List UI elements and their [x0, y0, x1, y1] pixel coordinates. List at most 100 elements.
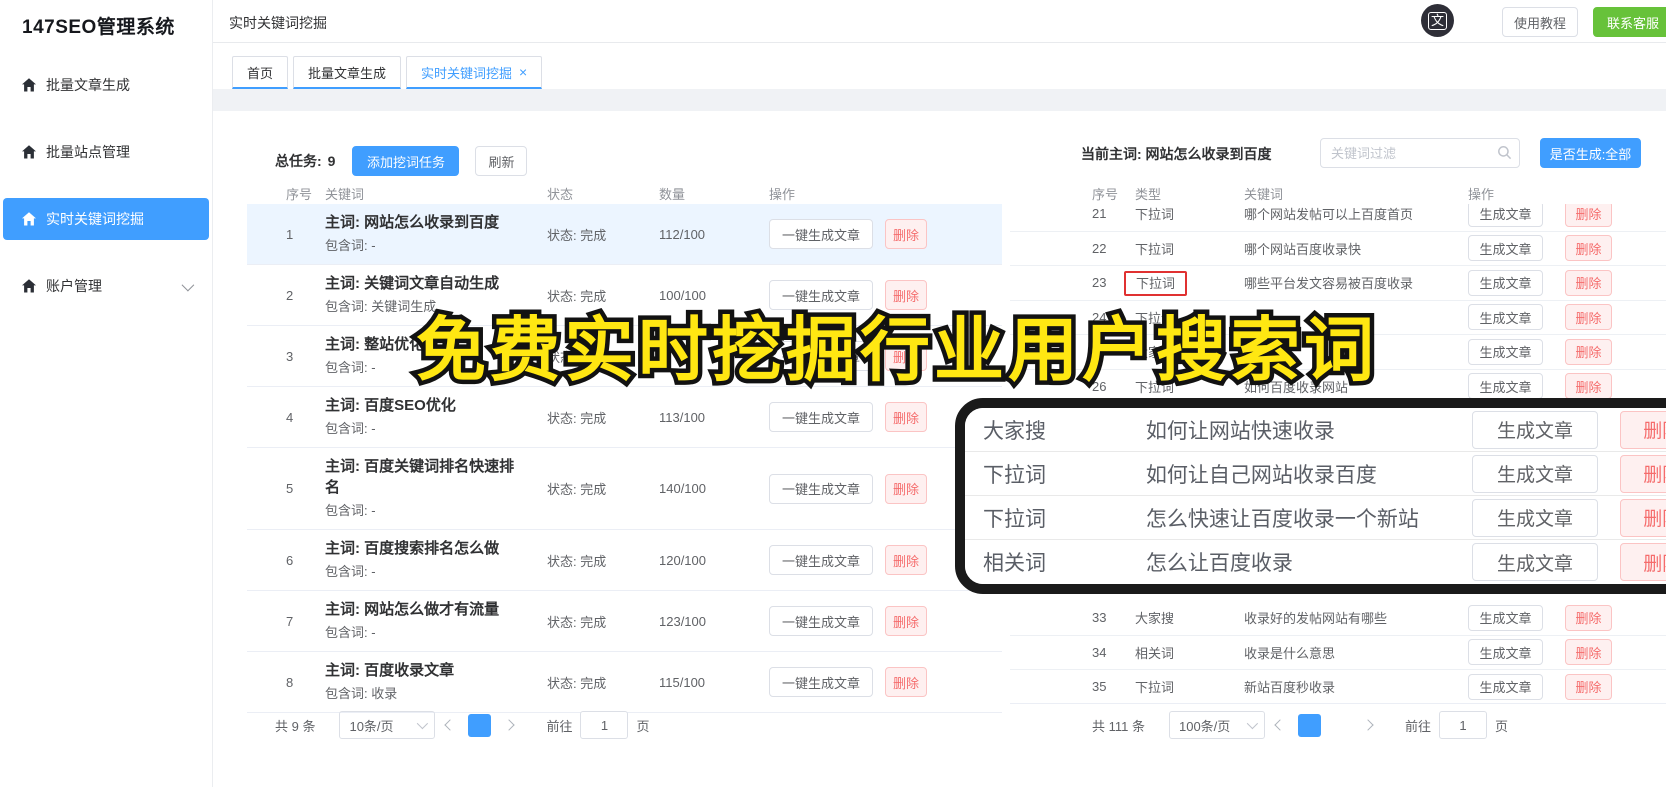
generate-article-button[interactable]: 生成文章 — [1468, 604, 1543, 631]
prev-page-button[interactable] — [1268, 713, 1292, 737]
keyword-text: 如何让自己网站收录百度 — [1145, 463, 1377, 487]
generate-article-button[interactable]: 生成文章 — [1472, 498, 1598, 537]
tab[interactable]: 批量文章生成 — [293, 56, 402, 89]
delete-button[interactable]: 删除 — [885, 545, 927, 575]
column-header-ops: 操作 — [769, 186, 796, 202]
delete-button[interactable]: 删除 — [885, 473, 927, 504]
task-row[interactable]: 4 主词: 百度SEO优化 包含词: - 状态: 完成 113/100 一键生成… — [247, 387, 1002, 448]
task-row[interactable]: 8 主词: 百度收录文章 包含词: 收录 状态: 完成 115/100 一键生成… — [247, 652, 1002, 713]
goto-page-input[interactable] — [1439, 711, 1487, 739]
generate-article-button[interactable]: 一键生成文章 — [769, 606, 873, 636]
generate-article-button[interactable]: 生成文章 — [1468, 338, 1543, 365]
generate-article-button[interactable]: 生成文章 — [1472, 454, 1598, 493]
delete-button[interactable]: 删除 — [1565, 604, 1612, 631]
task-count: 112/100 — [659, 226, 706, 242]
page-number-button[interactable] — [468, 713, 492, 737]
prev-page-button[interactable] — [438, 713, 462, 737]
task-main-word: 主词: 百度关键词排名快速排名 — [325, 458, 515, 496]
keyword-filter-input[interactable] — [1320, 138, 1520, 168]
task-status: 状态: 完成 — [547, 553, 607, 569]
sidebar-item[interactable]: 实时关键词挖掘 — [3, 198, 209, 240]
generate-article-button[interactable]: 一键生成文章 — [769, 402, 873, 432]
delete-button[interactable]: 删除 — [1565, 235, 1612, 262]
generate-article-button[interactable]: 生成文章 — [1468, 373, 1543, 400]
keyword-text: 怎么让百度收录 — [1145, 552, 1293, 575]
task-row[interactable]: 5 主词: 百度关键词排名快速排名 包含词: - 状态: 完成 140/100 … — [247, 448, 1002, 530]
delete-button[interactable]: 删除 — [1619, 498, 1666, 537]
goto-label: 前往 — [546, 718, 573, 734]
generate-article-button[interactable]: 生成文章 — [1468, 269, 1543, 296]
row-index: 35 — [1092, 679, 1107, 695]
task-keyword-cell: 主词: 百度SEO优化 包含词: - — [325, 395, 547, 439]
delete-button[interactable]: 删除 — [885, 402, 927, 432]
generate-article-button[interactable]: 生成文章 — [1468, 673, 1543, 700]
delete-button[interactable]: 删除 — [1619, 410, 1666, 449]
contact-button[interactable]: 联系客服 — [1593, 7, 1666, 37]
delete-button[interactable]: 删除 — [1565, 304, 1612, 331]
task-row[interactable]: 1 主词: 网站怎么收录到百度 包含词: - 状态: 完成 112/100 一键… — [247, 204, 1002, 265]
page-size-value: 100条/页 — [1178, 718, 1231, 734]
generate-article-button[interactable]: 一键生成文章 — [769, 545, 873, 575]
task-row[interactable]: 6 主词: 百度搜索排名怎么做 包含词: - 状态: 完成 120/100 一键… — [247, 530, 1002, 591]
translate-float-icon[interactable]: 文 — [1421, 4, 1454, 37]
sidebar-item[interactable]: 批量文章生成 — [3, 64, 209, 106]
row-index: 7 — [286, 613, 294, 629]
chevron-left-icon — [444, 719, 457, 731]
sidebar-menu: 批量文章生成 批量站点管理 实时关键词挖掘 账户管理 — [3, 64, 209, 332]
generate-article-button[interactable]: 生成文章 — [1472, 543, 1598, 581]
sidebar-item[interactable]: 批量站点管理 — [3, 131, 209, 173]
delete-button[interactable]: 删除 — [885, 606, 927, 636]
sidebar-item[interactable]: 账户管理 — [3, 265, 209, 307]
translate-glyph: 文 — [1427, 11, 1447, 30]
page-number-button[interactable] — [1327, 714, 1350, 737]
delete-button[interactable]: 删除 — [1565, 673, 1612, 700]
generate-article-button[interactable]: 生成文章 — [1468, 200, 1543, 227]
delete-button[interactable]: 删除 — [1619, 454, 1666, 493]
inset-keyword-row: 相关词 怎么让百度收录 生成文章 删除 — [965, 540, 1666, 584]
tutorial-button[interactable]: 使用教程 — [1502, 7, 1578, 37]
keyword-type-value: 下拉词 — [1124, 271, 1188, 297]
task-main-word: 主词: 百度搜索排名怎么做 — [325, 540, 500, 557]
tab-bar: 首页 批量文章生成 实时关键词挖掘 — [213, 43, 1666, 89]
close-icon[interactable] — [519, 65, 527, 79]
delete-button[interactable]: 删除 — [1565, 269, 1612, 296]
column-header-keyword: 关键词 — [325, 186, 365, 202]
page-number-button[interactable] — [1297, 713, 1321, 737]
generate-article-button[interactable]: 生成文章 — [1468, 235, 1543, 262]
refresh-button[interactable]: 刷新 — [475, 146, 528, 176]
delete-button[interactable]: 删除 — [1565, 373, 1612, 400]
chevron-right-icon — [1362, 719, 1374, 731]
column-header-status: 状态 — [547, 186, 574, 202]
keyword-type: 下拉词 — [1135, 204, 1244, 223]
tab[interactable]: 实时关键词挖掘 — [406, 56, 543, 89]
generate-article-button[interactable]: 生成文章 — [1468, 304, 1543, 331]
generate-article-button[interactable]: 一键生成文章 — [769, 667, 873, 697]
row-index: 33 — [1092, 610, 1107, 626]
tab[interactable]: 首页 — [232, 56, 289, 89]
delete-button[interactable]: 删除 — [885, 667, 927, 697]
task-status: 状态: 完成 — [547, 227, 607, 243]
delete-button[interactable]: 删除 — [1565, 338, 1612, 365]
column-header-ops: 操作 — [1468, 186, 1495, 202]
generate-all-button[interactable]: 是否生成:全部 — [1540, 138, 1641, 168]
task-row[interactable]: 7 主词: 网站怎么做才有流量 包含词: - 状态: 完成 123/100 一键… — [247, 591, 1002, 652]
next-page-button[interactable] — [497, 713, 521, 737]
delete-button[interactable]: 删除 — [885, 219, 927, 249]
next-page-button[interactable] — [1356, 713, 1380, 737]
delete-button[interactable]: 删除 — [1565, 639, 1612, 666]
tasks-page-size-select[interactable]: 10条/页 — [339, 711, 436, 739]
row-index: 4 — [286, 409, 294, 425]
generate-article-button[interactable]: 生成文章 — [1472, 410, 1598, 449]
add-task-button[interactable]: 添加挖词任务 — [352, 146, 460, 176]
keyword-text: 哪个网站发帖可以上百度首页 — [1244, 207, 1414, 223]
keyword-text: 如何让网站快速收录 — [1145, 419, 1335, 443]
keywords-page-size-select[interactable]: 100条/页 — [1168, 711, 1265, 739]
generate-article-button[interactable]: 一键生成文章 — [769, 219, 873, 249]
generate-article-button[interactable]: 生成文章 — [1468, 639, 1543, 666]
generate-article-button[interactable]: 一键生成文章 — [769, 473, 873, 504]
keywords-pagination: 共 111 条 100条/页 前往 页 — [1010, 710, 1666, 740]
delete-button[interactable]: 删除 — [1565, 200, 1612, 227]
goto-page-input[interactable] — [580, 711, 629, 739]
task-include-words: 包含词: 收录 — [325, 686, 398, 701]
delete-button[interactable]: 删除 — [1619, 543, 1666, 581]
